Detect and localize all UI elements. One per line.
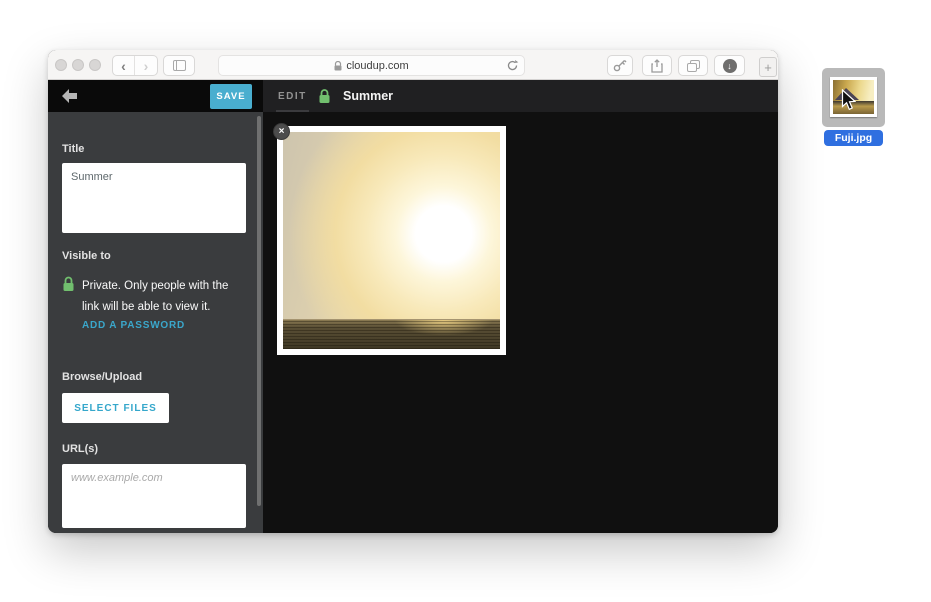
share-icon bbox=[651, 59, 663, 73]
file-name: Fuji.jpg bbox=[835, 132, 872, 144]
forward-button[interactable]: › bbox=[135, 56, 157, 75]
file-name-label: Fuji.jpg bbox=[824, 130, 883, 146]
sidebar-toggle-button[interactable] bbox=[163, 55, 195, 76]
privacy-text: Private. Only people with the link will … bbox=[82, 276, 248, 318]
share-button[interactable] bbox=[642, 55, 672, 76]
chevron-left-icon: ‹ bbox=[121, 59, 126, 73]
sidebar-icon bbox=[173, 60, 186, 71]
select-files-button[interactable]: SELECT FILES bbox=[62, 393, 169, 423]
browse-upload-label: Browse/Upload bbox=[62, 371, 142, 383]
urls-label: URL(s) bbox=[62, 443, 98, 455]
chevron-right-icon: › bbox=[144, 59, 149, 73]
tab-overview-button[interactable] bbox=[678, 55, 708, 76]
nav-button-group: ‹ › bbox=[112, 55, 158, 76]
tabs-icon bbox=[687, 60, 700, 72]
downloads-button[interactable]: ↓ bbox=[714, 55, 745, 76]
key-icon bbox=[613, 59, 627, 72]
urls-input[interactable] bbox=[62, 464, 246, 528]
stream-header: EDIT Summer bbox=[263, 80, 778, 112]
back-arrow-icon[interactable] bbox=[62, 89, 77, 103]
reload-button[interactable] bbox=[506, 59, 519, 75]
new-tab-button[interactable]: + bbox=[759, 57, 777, 77]
lock-icon bbox=[318, 89, 331, 104]
ocean-area bbox=[283, 319, 500, 349]
lock-icon bbox=[334, 61, 342, 71]
browser-window: ‹ › cloudup.com bbox=[48, 50, 778, 533]
mouse-cursor-icon bbox=[841, 89, 856, 111]
passwords-button[interactable] bbox=[607, 55, 633, 76]
stream-title: Summer bbox=[343, 80, 393, 112]
reload-icon bbox=[506, 59, 519, 72]
save-button[interactable]: SAVE bbox=[210, 84, 252, 109]
title-input[interactable]: Summer bbox=[62, 163, 246, 233]
address-url: cloudup.com bbox=[346, 60, 408, 72]
tab-edit[interactable]: EDIT bbox=[278, 80, 307, 112]
edit-sidebar: Title Summer Visible to Private. Only pe… bbox=[48, 112, 263, 533]
stream-content: × bbox=[263, 112, 778, 533]
remove-item-button[interactable]: × bbox=[273, 123, 290, 140]
add-password-link[interactable]: ADD A PASSWORD bbox=[82, 320, 185, 331]
address-bar[interactable]: cloudup.com bbox=[218, 55, 525, 76]
close-window-button[interactable] bbox=[55, 59, 67, 71]
plus-icon: + bbox=[764, 60, 772, 75]
visible-to-label: Visible to bbox=[62, 250, 111, 262]
minimize-window-button[interactable] bbox=[72, 59, 84, 71]
download-icon: ↓ bbox=[723, 59, 737, 73]
browser-toolbar: ‹ › cloudup.com bbox=[48, 50, 778, 80]
item-thumbnail[interactable]: × bbox=[277, 126, 506, 355]
back-button[interactable]: ‹ bbox=[113, 56, 135, 75]
lock-icon bbox=[62, 276, 75, 292]
summer-photo bbox=[283, 132, 500, 349]
sidebar-scrollbar[interactable] bbox=[257, 116, 261, 506]
title-label: Title bbox=[62, 143, 84, 155]
sidebar-header: SAVE bbox=[48, 80, 263, 112]
zoom-window-button[interactable] bbox=[89, 59, 101, 71]
